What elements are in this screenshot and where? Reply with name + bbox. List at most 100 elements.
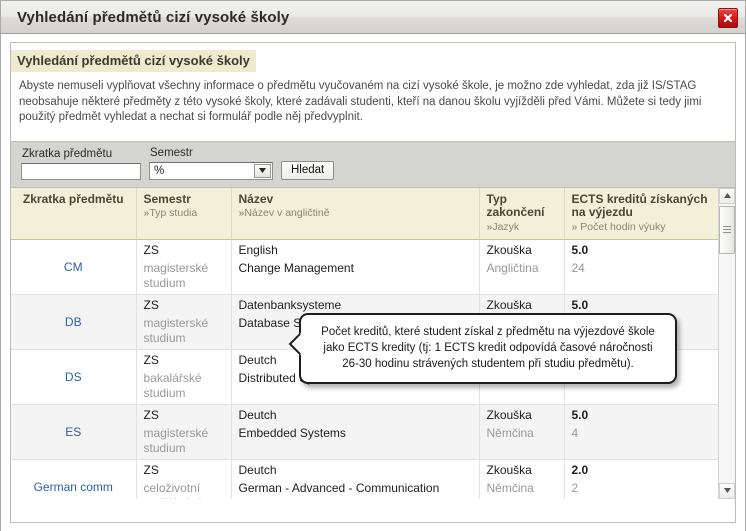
column-header-credits[interactable]: ECTS kreditů získaných na výjezdu » Poče…	[564, 187, 729, 240]
window-titlebar: Vyhledání předmětů cizí vysoké školy	[1, 1, 745, 34]
dialog-window: Vyhledání předmětů cizí vysoké školy Vyh…	[0, 0, 746, 531]
cell-name: English Change Management	[231, 239, 480, 295]
cell-semester: ZS bakalářské studium	[136, 349, 232, 405]
semester-value: ZS	[143, 298, 159, 312]
table-row: ES ZS magisterské studium Deutch Embedded Sy…	[11, 404, 729, 460]
search-form: Zkratka předmětu Semestr % Hledat	[11, 140, 735, 188]
cell-subject-code: German comm	[11, 459, 137, 499]
language-value: Němčina	[486, 481, 534, 495]
cell-subject-code: DS	[11, 349, 137, 405]
window-title: Vyhledání předmětů cizí vysoké školy	[17, 8, 290, 26]
credits-tooltip: Počet kreditů, které student získal z př…	[288, 313, 677, 384]
semester-value: ZS	[143, 463, 159, 477]
cell-credits: 2.0 2	[564, 459, 729, 499]
study-type-value: magisterské studium	[143, 316, 209, 345]
code-field-label: Zkratka předmětu	[22, 147, 113, 160]
completion-value: Zkouška	[486, 243, 532, 257]
cell-name: Deutch Embedded Systems	[231, 404, 480, 460]
column-header-semester[interactable]: Semestr »Typ studia	[136, 187, 232, 240]
language-value: Němčina	[486, 426, 534, 440]
table-row: German comm ZS celoživotní vzdělávání Deutc…	[11, 459, 729, 499]
name-value: Datenbanksysteme	[238, 298, 342, 312]
name-value: Deutch	[238, 463, 277, 477]
cell-semester: ZS magisterské studium	[136, 404, 232, 460]
study-type-value: celoživotní vzdělávání	[143, 481, 201, 499]
scroll-up-arrow-icon[interactable]	[719, 187, 735, 204]
cell-credits: 5.0 24	[564, 239, 729, 295]
cell-credits: 5.0 4	[564, 404, 729, 460]
study-type-value: magisterské studium	[143, 261, 209, 290]
semester-value: ZS	[143, 408, 159, 422]
language-value: Angličtina	[486, 261, 539, 275]
name-value: Deutch	[238, 408, 277, 422]
search-panel: Vyhledání předmětů cizí vysoké školy Aby…	[10, 42, 736, 523]
cell-semester: ZS magisterské studium	[136, 294, 232, 350]
column-header-credits-label: ECTS kreditů získaných na výjezdu	[571, 191, 708, 219]
page-title: Vyhledání předmětů cizí vysoké školy	[11, 50, 256, 72]
semester-selected-value: %	[154, 164, 165, 177]
credits-value: 5.0	[571, 408, 589, 422]
scroll-down-arrow-icon[interactable]	[719, 482, 735, 499]
column-header-code[interactable]: Zkratka předmětu	[11, 187, 137, 240]
credits-value: 5.0	[571, 298, 589, 312]
column-header-code-label: Zkratka předmětu	[22, 191, 124, 206]
semester-value: ZS	[143, 353, 159, 367]
semester-field-label: Semestr	[150, 146, 193, 159]
scrollbar-grip-icon	[723, 224, 731, 235]
close-icon[interactable]	[718, 8, 738, 28]
column-header-name[interactable]: Název »Název v angličtině	[231, 187, 480, 240]
tooltip-pointer-icon	[288, 331, 301, 355]
subject-code-input[interactable]	[21, 162, 141, 180]
chevron-right-icon: »	[571, 220, 578, 233]
column-header-semester-label: Semestr	[143, 191, 191, 206]
study-type-value: bakalářské studium	[143, 371, 202, 400]
search-button[interactable]: Hledat	[281, 160, 335, 180]
name-en-value: Embedded Systems	[238, 426, 346, 440]
cell-subject-code: CM	[11, 239, 137, 295]
cell-name: Deutch German - Advanced - Communication	[231, 459, 480, 499]
semester-field-group: Semestr %	[149, 147, 273, 180]
cell-subject-code: DB	[11, 294, 137, 350]
hours-value: 24	[571, 261, 585, 275]
cell-completion: Zkouška Němčina	[479, 404, 565, 460]
name-en-value: Change Management	[238, 261, 354, 275]
subject-code-link[interactable]: CM	[64, 260, 83, 274]
credits-value: 2.0	[571, 463, 589, 477]
column-subheader-name-en: »Název v angličtině	[238, 207, 330, 219]
semester-select[interactable]: %	[149, 161, 273, 180]
subject-code-link[interactable]: German comm	[34, 480, 113, 494]
name-en-value: German - Advanced - Communication	[238, 481, 440, 495]
code-field-group: Zkratka předmětu	[21, 148, 141, 180]
cell-completion: Zkouška Němčina	[479, 459, 565, 499]
tooltip-text: Počet kreditů, které student získal z př…	[321, 326, 655, 370]
credits-value: 5.0	[571, 243, 589, 257]
cell-completion: Zkouška Angličtina	[479, 239, 565, 295]
completion-value: Zkouška	[486, 408, 532, 422]
subject-code-link[interactable]: DS	[65, 370, 82, 384]
cell-subject-code: ES	[11, 404, 137, 460]
column-header-completion-label: Typ zakončení	[486, 191, 545, 219]
chevron-down-icon[interactable]	[254, 163, 271, 178]
name-value: English	[238, 243, 278, 257]
cell-semester: ZS magisterské studium	[136, 239, 232, 295]
panel-header: Vyhledání předmětů cizí vysoké školy Aby…	[11, 42, 735, 132]
hours-value: 2	[571, 481, 579, 495]
table-header-row: Zkratka předmětu Semestr »Typ studia Náz…	[11, 187, 729, 240]
column-header-completion[interactable]: Typ zakončení »Jazyk	[479, 187, 565, 240]
subject-code-link[interactable]: ES	[65, 425, 81, 439]
completion-value: Zkouška	[486, 298, 532, 312]
hours-value: 4	[571, 426, 579, 440]
study-type-value: magisterské studium	[143, 426, 209, 455]
subject-code-link[interactable]: DB	[65, 315, 82, 329]
scrollbar-thumb[interactable]	[719, 205, 735, 254]
completion-value: Zkouška	[486, 463, 532, 477]
column-subheader-language: »Jazyk	[486, 220, 520, 233]
intro-text: Abyste nemuseli vyplňovat všechny inform…	[19, 80, 702, 123]
column-subheader-study-type: »Typ studia	[143, 207, 198, 219]
vertical-scrollbar[interactable]	[718, 187, 735, 499]
column-subheader-hours: » Počet hodin výuky	[571, 220, 666, 233]
table-row: CM ZS magisterské studium English Change Man…	[11, 239, 729, 295]
dialog-content: Vyhledání předmětů cizí vysoké školy Aby…	[1, 34, 745, 531]
cell-semester: ZS celoživotní vzdělávání	[136, 459, 232, 499]
semester-value: ZS	[143, 243, 159, 257]
